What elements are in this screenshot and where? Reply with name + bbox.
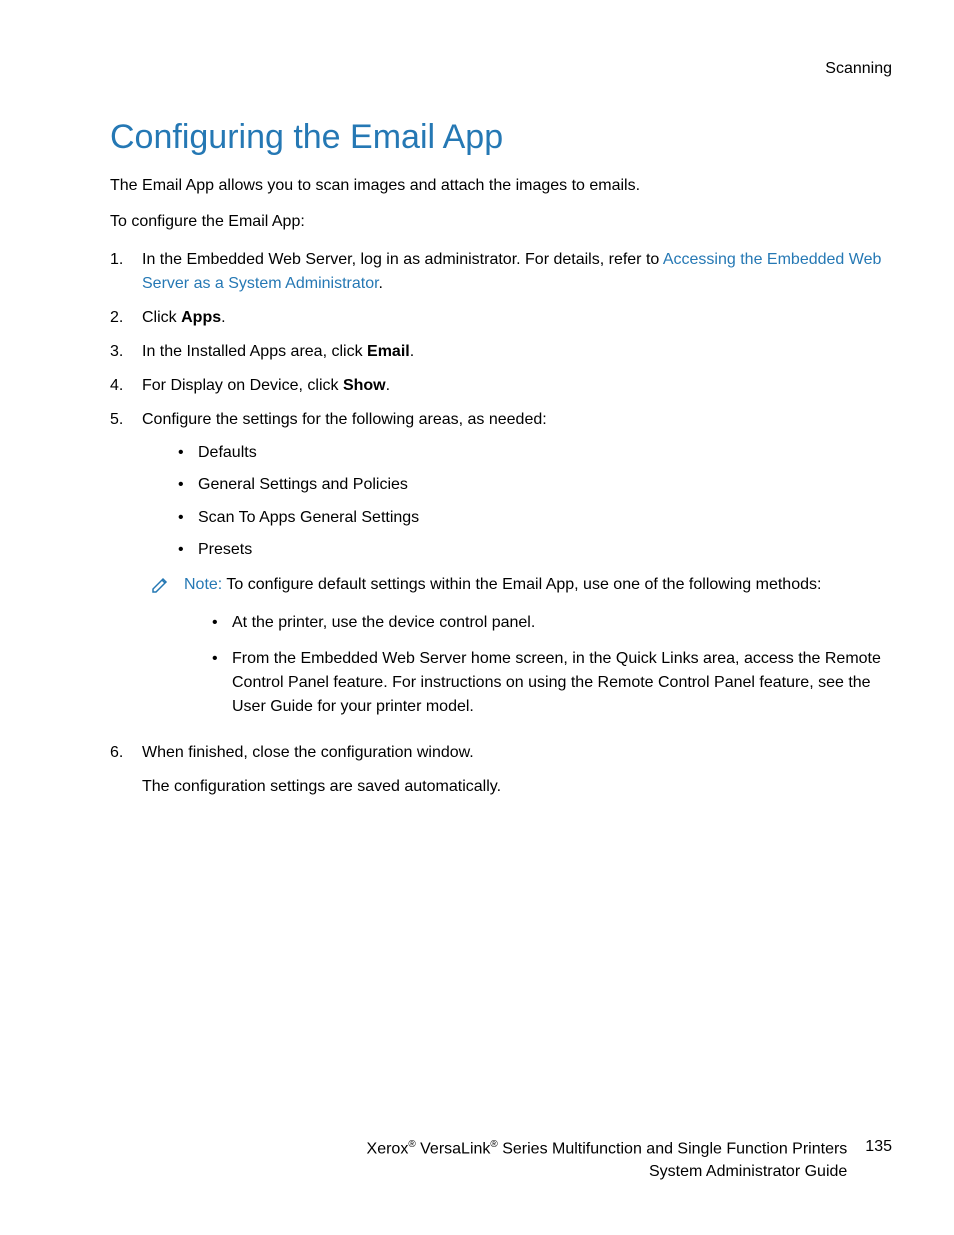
bullet-defaults: Defaults: [174, 442, 892, 464]
note-bullet-1: At the printer, use the device control p…: [208, 611, 892, 635]
step-3-prefix: In the Installed Apps area, click: [142, 343, 367, 360]
bullet-general-settings: General Settings and Policies: [174, 474, 892, 496]
note-text: To configure default settings within the…: [222, 576, 821, 593]
footer-brand-1: Xerox: [367, 1140, 409, 1157]
step-4-suffix: .: [386, 377, 390, 394]
note-bullets: At the printer, use the device control p…: [184, 611, 892, 719]
step-5-bullets: Defaults General Settings and Policies S…: [142, 442, 892, 562]
step-1-suffix: .: [379, 275, 383, 292]
bullet-presets: Presets: [174, 539, 892, 561]
step-4: For Display on Device, click Show.: [110, 374, 892, 398]
step-1: In the Embedded Web Server, log in as ad…: [110, 248, 892, 296]
pencil-icon: [150, 575, 170, 603]
step-3-bold: Email: [367, 343, 410, 360]
section-header: Scanning: [110, 60, 892, 78]
footer-product: Series Multifunction and Single Function…: [498, 1140, 848, 1157]
note-content: Note: To configure default settings with…: [184, 573, 892, 731]
step-4-bold: Show: [343, 377, 386, 394]
steps-list: In the Embedded Web Server, log in as ad…: [110, 248, 892, 800]
reg-mark-2: ®: [490, 1139, 497, 1150]
lead-in-paragraph: To configure the Email App:: [110, 211, 892, 233]
reg-mark-1: ®: [408, 1139, 415, 1150]
footer-line-1: Xerox® VersaLink® Series Multifunction a…: [367, 1138, 848, 1161]
step-4-prefix: For Display on Device, click: [142, 377, 343, 394]
step-6: When finished, close the configuration w…: [110, 741, 892, 799]
bullet-scan-to-apps: Scan To Apps General Settings: [174, 507, 892, 529]
note-bullet-2: From the Embedded Web Server home screen…: [208, 647, 892, 719]
page-title: Configuring the Email App: [110, 118, 892, 157]
footer-text: Xerox® VersaLink® Series Multifunction a…: [367, 1138, 848, 1183]
step-2-bold: Apps: [181, 309, 221, 326]
intro-paragraph: The Email App allows you to scan images …: [110, 175, 892, 197]
step-2: Click Apps.: [110, 306, 892, 330]
step-6-follow: The configuration settings are saved aut…: [142, 775, 892, 799]
step-6-text: When finished, close the configuration w…: [142, 744, 474, 761]
step-5: Configure the settings for the following…: [110, 408, 892, 732]
page-footer: Xerox® VersaLink® Series Multifunction a…: [110, 1138, 892, 1183]
step-1-prefix: In the Embedded Web Server, log in as ad…: [142, 251, 663, 268]
footer-line-2: System Administrator Guide: [367, 1161, 848, 1183]
note-label: Note:: [184, 576, 222, 593]
step-2-prefix: Click: [142, 309, 181, 326]
footer-brand-2: VersaLink: [416, 1140, 491, 1157]
page-number: 135: [865, 1138, 892, 1156]
step-2-suffix: .: [221, 309, 225, 326]
step-5-text: Configure the settings for the following…: [142, 411, 547, 428]
step-3-suffix: .: [410, 343, 414, 360]
step-3: In the Installed Apps area, click Email.: [110, 340, 892, 364]
note-block: Note: To configure default settings with…: [150, 573, 892, 731]
